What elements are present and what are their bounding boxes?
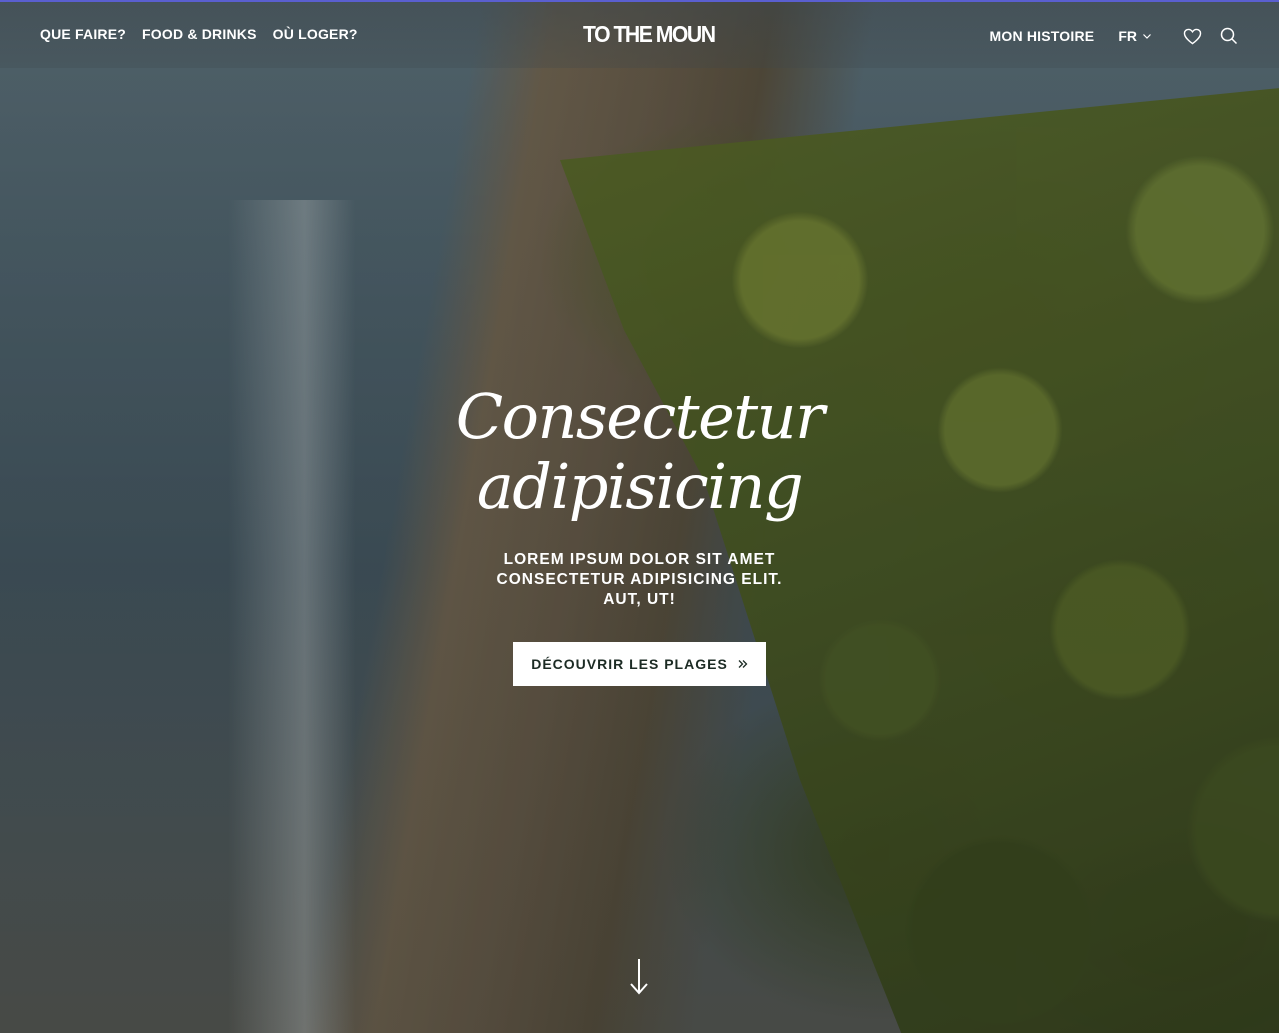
utility-menu: MON HISTOIRE FR (990, 26, 1240, 46)
search-icon (1220, 27, 1238, 45)
top-navigation: QUE FAIRE? FOOD & DRINKS OÙ LOGER? TO TH… (0, 0, 1279, 68)
hero-headline-line-2: adipisicing (476, 450, 804, 523)
search-button[interactable] (1219, 26, 1239, 46)
hero-content: Consectetur adipisicing LOREM IPSUM DOLO… (0, 382, 1279, 686)
cta-label: DÉCOUVRIR LES PLAGES (531, 656, 728, 672)
nav-que-faire[interactable]: QUE FAIRE? (40, 26, 126, 42)
language-selector[interactable]: FR (1118, 28, 1152, 44)
wishlist-button[interactable] (1182, 26, 1202, 46)
language-label: FR (1118, 28, 1137, 44)
arrow-down-icon[interactable] (628, 958, 650, 996)
discover-beaches-button[interactable]: DÉCOUVRIR LES PLAGES (513, 642, 766, 686)
nav-ou-loger[interactable]: OÙ LOGER? (273, 26, 358, 42)
nav-food-drinks[interactable]: FOOD & DRINKS (142, 26, 257, 42)
chevron-down-icon (1143, 34, 1151, 39)
nav-mon-histoire[interactable]: MON HISTOIRE (990, 28, 1095, 44)
hero-headline: Consectetur adipisicing (0, 382, 1279, 522)
hero-subtitle: LOREM IPSUM DOLOR SIT AMET CONSECTETUR A… (496, 551, 783, 608)
heart-icon (1183, 28, 1201, 44)
site-logo[interactable]: TO THE MOUN (583, 21, 716, 48)
hero-headline-line-1: Consectetur (455, 380, 825, 453)
double-chevron-right-icon (738, 660, 748, 668)
main-menu: QUE FAIRE? FOOD & DRINKS OÙ LOGER? (40, 26, 358, 42)
